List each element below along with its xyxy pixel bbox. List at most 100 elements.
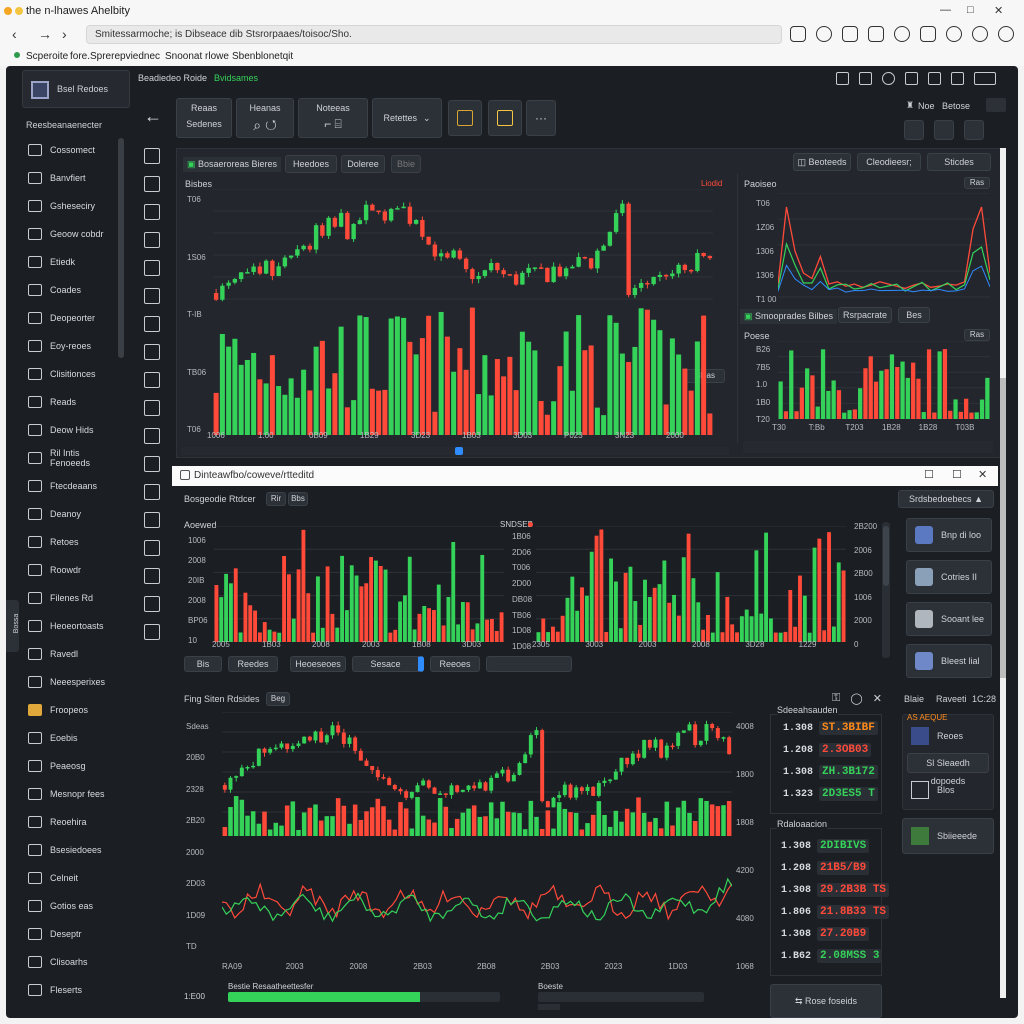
sidebar-toggle[interactable]: Bossa — [6, 600, 20, 652]
sidebar-item[interactable]: Geoow cobdr — [22, 220, 122, 248]
clock-icon[interactable] — [972, 26, 988, 42]
quote-row[interactable]: 1.208 21B5/B9 — [781, 861, 870, 875]
w2-v-scroll[interactable] — [882, 522, 890, 658]
sidebar-item[interactable]: Clisitionces — [22, 360, 122, 388]
w2-control-5[interactable]: Reeoes — [430, 656, 480, 672]
forward-arrow-icon[interactable]: › — [62, 26, 67, 42]
sidebar-item[interactable]: Neeesperixes — [22, 668, 122, 696]
layout-icon[interactable] — [904, 120, 924, 140]
bottom-progress2-handle[interactable] — [538, 1004, 560, 1010]
sidebar-item[interactable]: Bsesiedoees — [22, 836, 122, 864]
drawing-tool-icon[interactable] — [144, 344, 160, 360]
side-tab-2[interactable]: Rsrpacrate — [838, 307, 892, 323]
layout-dropdown[interactable]: Retettes ⌄ — [372, 98, 442, 138]
quote-row[interactable]: 1.323 2D3ES5 T — [783, 787, 878, 801]
bottom-tag[interactable]: Beg — [266, 692, 290, 706]
fullscreen-icon[interactable] — [974, 72, 996, 85]
close-x-icon[interactable]: ✕ — [873, 692, 882, 705]
note-button[interactable] — [448, 100, 482, 136]
quote-row[interactable]: 1.308 27.20B9 — [781, 927, 870, 941]
w2-control-4[interactable]: Sesace — [352, 656, 424, 672]
side-vol-badge[interactable]: Ras — [964, 329, 990, 341]
w2-left-volume-chart[interactable] — [214, 526, 504, 642]
main-candlestick-chart[interactable] — [213, 189, 713, 445]
quote-row[interactable]: 1.308 29.2B3B TS — [781, 883, 890, 897]
w2-side-button[interactable]: Cotries II — [906, 560, 992, 594]
lock-icon[interactable]: ⚿ — [832, 692, 840, 705]
drawing-tool-icon[interactable] — [144, 288, 160, 304]
main-right-btn-1[interactable]: ◫ Beoteeds — [793, 153, 851, 171]
quote-row[interactable]: 1.308 2DIBIVS — [781, 839, 870, 853]
main-right-btn-2[interactable]: Cleodieesr; — [857, 153, 921, 171]
sidebar-item[interactable]: Etiedk — [22, 248, 122, 276]
sidebar-item[interactable]: Fleserts — [22, 976, 122, 1004]
tab-2[interactable]: Heedoes — [285, 155, 337, 173]
minimize-icon[interactable]: — — [940, 4, 951, 16]
maximize-icon[interactable]: □ — [967, 4, 974, 16]
zoom-dot[interactable] — [15, 7, 23, 15]
shield-icon[interactable] — [868, 26, 884, 42]
window2-min-icon[interactable]: ☐ — [924, 468, 934, 481]
drawing-tool-icon[interactable] — [144, 260, 160, 276]
page-scrollbar[interactable] — [1000, 148, 1006, 998]
drawing-tool-icon[interactable] — [144, 400, 160, 416]
bell-icon[interactable]: ◯ — [850, 692, 862, 705]
drawing-tool-icon[interactable] — [144, 148, 160, 164]
quote-row[interactable]: 1.806 21.8B33 TS — [781, 905, 890, 919]
sidebar-item[interactable]: Mesnopr fees — [22, 780, 122, 808]
drawing-tool-icon[interactable] — [144, 512, 160, 528]
minimize-dot[interactable] — [4, 7, 12, 15]
share-icon[interactable] — [842, 26, 858, 42]
sidebar-item[interactable]: Deseptr — [22, 920, 122, 948]
sidebar-item[interactable]: Ravedl — [22, 640, 122, 668]
side-volume-chart[interactable] — [778, 341, 990, 419]
profile-icon[interactable] — [998, 26, 1014, 42]
w2-tag-2[interactable]: Bbs — [288, 492, 308, 506]
bs-item-3[interactable]: Blos — [937, 785, 955, 795]
sidebar-item[interactable]: Reoehira — [22, 808, 122, 836]
sidebar-item[interactable]: Filenes Rd — [22, 584, 122, 612]
side-tab-3[interactable]: Bes — [898, 307, 930, 323]
sidebar-item[interactable]: Clisoarhs — [22, 948, 122, 976]
drawing-tool-icon[interactable] — [144, 204, 160, 220]
bookmark-5[interactable]: Sbenblonetqit — [232, 51, 293, 62]
w2-tag-1[interactable]: Rir — [266, 492, 286, 506]
drawing-tool-icon[interactable] — [144, 232, 160, 248]
sidebar-item[interactable]: Ril Intis Fenoeeds — [22, 444, 122, 472]
tool-button-1[interactable]: Reaas Sedenes — [176, 98, 232, 138]
resize-icon[interactable] — [928, 72, 941, 85]
sidebar-item[interactable]: Deow Hids — [22, 416, 122, 444]
drawing-tool-icon[interactable] — [144, 316, 160, 332]
bookmark-2[interactable]: fore. — [70, 51, 90, 62]
side-tab-1[interactable]: ▣ Smooprades Bilbes — [740, 309, 838, 324]
drawing-tool-icon[interactable] — [144, 568, 160, 584]
extension-icon[interactable] — [816, 26, 832, 42]
reader-icon[interactable] — [790, 26, 806, 42]
tool-button-3[interactable]: Noteeas ⌐ ⌸ — [298, 98, 368, 138]
w2-control-3[interactable]: Heoeseoes — [290, 656, 346, 672]
sidebar-item[interactable]: Eoy-reoes — [22, 332, 122, 360]
sidebar-item[interactable]: Celneit — [22, 864, 122, 892]
bookmark-1[interactable]: Scperoite — [26, 51, 68, 62]
search-icon[interactable] — [894, 26, 910, 42]
sidebar-item[interactable]: Ftecdeaans — [22, 472, 122, 500]
address-bar[interactable]: Smitessarmoche; is Dibseace dib Stsrorpa… — [86, 25, 782, 44]
bottom-candlestick-chart[interactable] — [222, 712, 732, 962]
sidebar-item[interactable]: Coades — [22, 276, 122, 304]
sidebar-item[interactable]: Roowdr — [22, 556, 122, 584]
quote-row[interactable]: 1.308 ST.3BIBF — [783, 721, 878, 735]
image-icon[interactable] — [905, 72, 918, 85]
bs-bottom-item[interactable]: Sbiieeede — [902, 818, 994, 854]
more-icon[interactable]: ··· — [526, 100, 556, 136]
quote-row[interactable]: 1.B62 2.08MSS 3 — [781, 949, 883, 963]
window2-close-icon[interactable]: ✕ — [978, 468, 987, 481]
bookmark-3[interactable]: Sprerepviednec — [90, 51, 160, 62]
chart-line-icon[interactable] — [951, 72, 964, 85]
app-logo-box[interactable]: Bsel Redoes — [22, 70, 130, 108]
w2-v-scroll-thumb[interactable] — [883, 526, 889, 586]
drawing-tool-icon[interactable] — [144, 456, 160, 472]
sidebar-item[interactable]: Peaeosg — [22, 752, 122, 780]
w2-mid-volume-chart[interactable] — [536, 526, 846, 642]
history-icon[interactable] — [946, 26, 962, 42]
forward-icon[interactable]: → — [38, 26, 52, 42]
